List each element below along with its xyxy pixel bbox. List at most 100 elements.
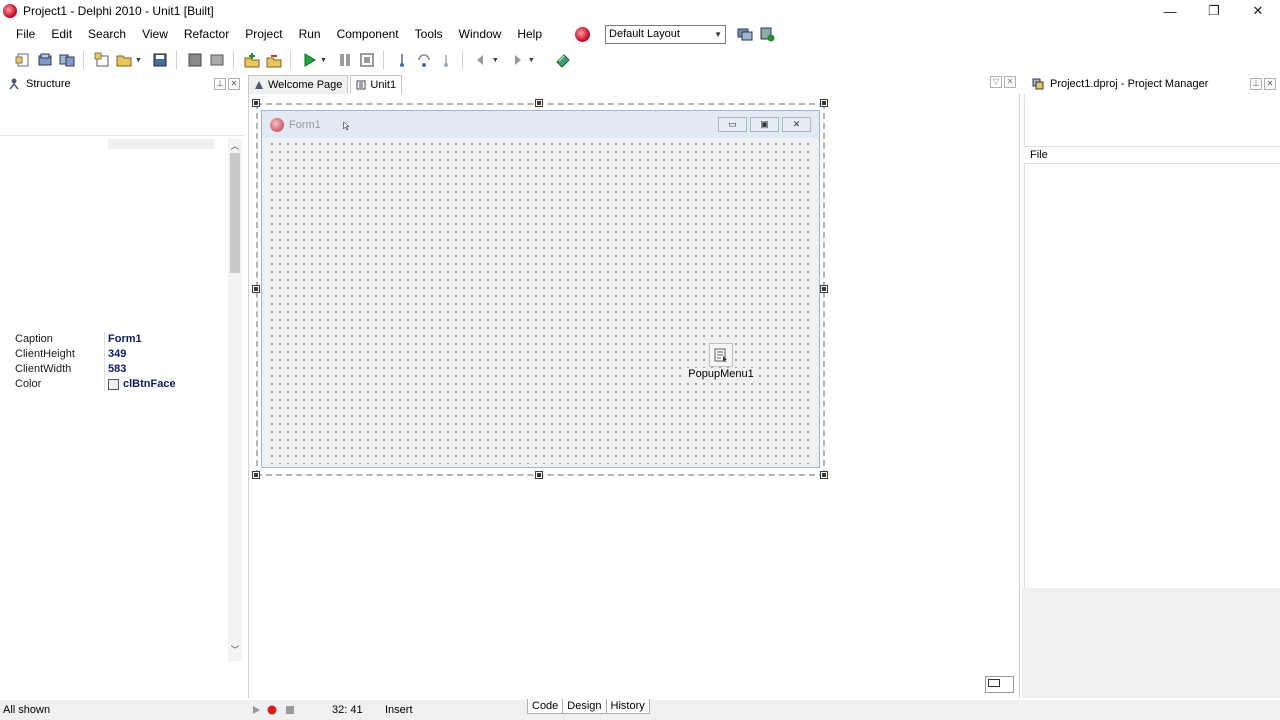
property-value[interactable]: 583 (105, 362, 126, 377)
tab-code[interactable]: Code (527, 699, 564, 714)
menu-help[interactable]: Help (509, 24, 550, 44)
property-value[interactable]: Form1 (105, 332, 142, 347)
designer-form[interactable]: Form1 ▭ ▣ ✕ PopupMenu1 (261, 110, 820, 468)
menu-edit[interactable]: Edit (43, 24, 80, 44)
run-until-return-icon[interactable] (438, 52, 454, 68)
save-icon[interactable] (152, 52, 168, 68)
tab-history[interactable]: History (605, 699, 650, 714)
toolbar-separator (232, 51, 234, 69)
remove-from-project-icon[interactable] (266, 52, 282, 68)
inspector-scrollbar[interactable]: ︿ ﹀ (228, 139, 242, 661)
debug-desktop-icon[interactable] (759, 26, 775, 42)
menu-project[interactable]: Project (237, 24, 290, 44)
close-all-icon[interactable] (209, 52, 225, 68)
menu-tools[interactable]: Tools (407, 24, 451, 44)
open-project-icon[interactable] (37, 52, 53, 68)
step-over-icon[interactable] (416, 52, 432, 68)
menu-search[interactable]: Search (80, 24, 134, 44)
pin-icon[interactable]: ⊥ (214, 78, 226, 90)
run-icon[interactable] (301, 52, 317, 68)
property-name: Color (12, 377, 105, 392)
popup-menu-component[interactable]: PopupMenu1 (686, 343, 756, 380)
macro-stop-icon[interactable] (285, 705, 295, 715)
save-desktop-icon[interactable] (737, 26, 753, 42)
forward-dropdown-icon[interactable]: ▼ (528, 57, 535, 64)
pin-icon[interactable]: ⊥ (1250, 78, 1262, 90)
save-all-icon[interactable] (187, 52, 203, 68)
tab-design[interactable]: Design (562, 699, 607, 714)
structure-tree[interactable] (0, 94, 244, 136)
cursor-position: 32: 41 (332, 704, 363, 716)
resize-grip-bottom-left[interactable] (252, 471, 260, 479)
property-value[interactable]: 349 (105, 347, 126, 362)
macro-play-icon[interactable] (251, 705, 261, 715)
chevron-up-icon[interactable]: ︿ (228, 139, 242, 153)
property-grid: Caption Form1 ClientHeight 349 ClientWid… (12, 332, 228, 392)
property-value-color[interactable]: clBtnFace (105, 377, 176, 392)
resize-grip-top-left[interactable] (252, 99, 260, 107)
menu-refactor[interactable]: Refactor (176, 24, 237, 44)
property-row[interactable]: Caption Form1 (12, 332, 228, 347)
toolbar-separator (461, 51, 463, 69)
open-multiple-icon[interactable] (59, 52, 75, 68)
back-dropdown-icon[interactable]: ▼ (492, 57, 499, 64)
chevron-down-icon[interactable]: ﹀ (228, 643, 242, 657)
form-caption: Form1 (289, 118, 321, 131)
color-swatch (108, 379, 119, 390)
close-icon[interactable]: ✕ (228, 78, 240, 90)
close-icon[interactable]: ✕ (1264, 78, 1276, 90)
restore-button[interactable]: ❐ (1192, 0, 1236, 22)
close-icon[interactable]: ✕ (1004, 76, 1016, 88)
menu-component[interactable]: Component (329, 24, 407, 44)
resize-grip-top[interactable] (535, 99, 543, 107)
resize-grip-right[interactable] (820, 285, 828, 293)
new-items-icon[interactable] (15, 52, 31, 68)
form-position-button[interactable] (985, 676, 1014, 693)
macro-record-icon[interactable] (267, 705, 277, 715)
property-row[interactable]: ClientHeight 349 (12, 347, 228, 362)
mouse-cursor-icon (343, 121, 349, 131)
open-file-dropdown-icon[interactable]: ▼ (135, 57, 142, 64)
resize-grip-bottom[interactable] (535, 471, 543, 479)
open-file-icon[interactable] (116, 52, 132, 68)
desktop-layout-icon[interactable] (575, 26, 591, 42)
menu-view[interactable]: View (134, 24, 176, 44)
close-button[interactable]: ✕ (1236, 0, 1280, 22)
tab-list-icon[interactable]: ▽ (990, 76, 1002, 88)
project-manager-header: Project1.dproj - Project Manager ⊥ ✕ (1024, 75, 1280, 93)
inspector-search-field[interactable] (108, 139, 214, 149)
scrollbar-thumb[interactable] (230, 153, 240, 273)
menu-run[interactable]: Run (291, 24, 329, 44)
editor-tabs: Welcome Page Unit1 ▽ ✕ (248, 74, 1020, 94)
resize-grip-left[interactable] (252, 285, 260, 293)
chevron-down-icon: ▼ (714, 29, 723, 39)
color-value-text: clBtnFace (123, 378, 176, 390)
form-client-area[interactable]: PopupMenu1 (266, 138, 815, 464)
minimize-button[interactable]: — (1148, 0, 1192, 22)
program-reset-icon[interactable] (359, 52, 375, 68)
component-palette-icon[interactable] (555, 52, 571, 68)
trace-into-icon[interactable] (394, 52, 410, 68)
project-manager-panel[interactable] (1024, 94, 1280, 588)
pause-icon[interactable] (337, 52, 353, 68)
menu-window[interactable]: Window (451, 24, 510, 44)
menu-bar: File Edit Search View Refactor Project R… (0, 23, 1280, 45)
menu-file[interactable]: File (9, 24, 43, 44)
run-dropdown-icon[interactable]: ▼ (320, 57, 327, 64)
resize-grip-top-right[interactable] (820, 99, 828, 107)
window-title: Project1 - Delphi 2010 - Unit1 [Built] (23, 4, 214, 18)
forward-arrow-icon[interactable] (509, 52, 525, 68)
delphi-ide-window: Project1 - Delphi 2010 - Unit1 [Built] —… (0, 0, 1280, 720)
new-form-icon[interactable] (94, 52, 110, 68)
project-manager-column-header[interactable]: File (1024, 146, 1280, 164)
property-row[interactable]: Color clBtnFace (12, 377, 228, 392)
tab-welcome-page[interactable]: Welcome Page (248, 75, 349, 94)
tab-label: Unit1 (370, 79, 397, 91)
form-minimize-icon: ▭ (718, 117, 747, 132)
back-arrow-icon[interactable] (473, 52, 489, 68)
property-row[interactable]: ClientWidth 583 (12, 362, 228, 377)
desktop-layout-select[interactable]: Default Layout ▼ (605, 24, 727, 44)
add-to-project-icon[interactable] (244, 52, 260, 68)
resize-grip-bottom-right[interactable] (820, 471, 828, 479)
tab-unit1[interactable]: Unit1 (350, 75, 403, 94)
